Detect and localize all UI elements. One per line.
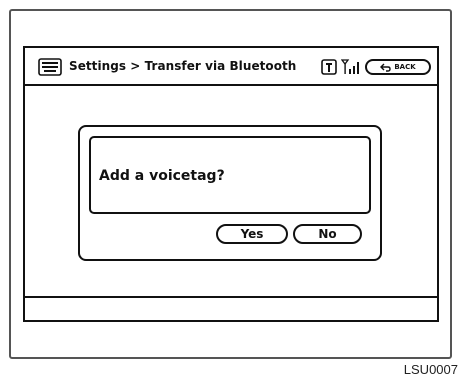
back-arrow-icon bbox=[380, 63, 392, 72]
figure-code: LSU0007 bbox=[403, 362, 458, 377]
breadcrumb-title: Settings > Transfer via Bluetooth bbox=[69, 59, 297, 73]
phone-icon bbox=[321, 59, 337, 75]
message-box: Add a voicetag? bbox=[89, 136, 371, 214]
back-button-label: BACK bbox=[394, 63, 416, 71]
signal-strength-icon bbox=[341, 59, 359, 74]
voicetag-dialog: Add a voicetag? Yes No bbox=[78, 125, 382, 261]
display-screen: Settings > Transfer via Bluetooth BACK A… bbox=[23, 46, 439, 322]
keyboard-icon bbox=[38, 58, 62, 76]
dialog-message: Add a voicetag? bbox=[99, 168, 225, 184]
no-button[interactable]: No bbox=[293, 224, 362, 244]
status-bar-divider bbox=[25, 296, 437, 298]
yes-button[interactable]: Yes bbox=[216, 224, 288, 244]
header-bar: Settings > Transfer via Bluetooth BACK bbox=[25, 48, 437, 86]
back-button[interactable]: BACK bbox=[365, 59, 431, 75]
